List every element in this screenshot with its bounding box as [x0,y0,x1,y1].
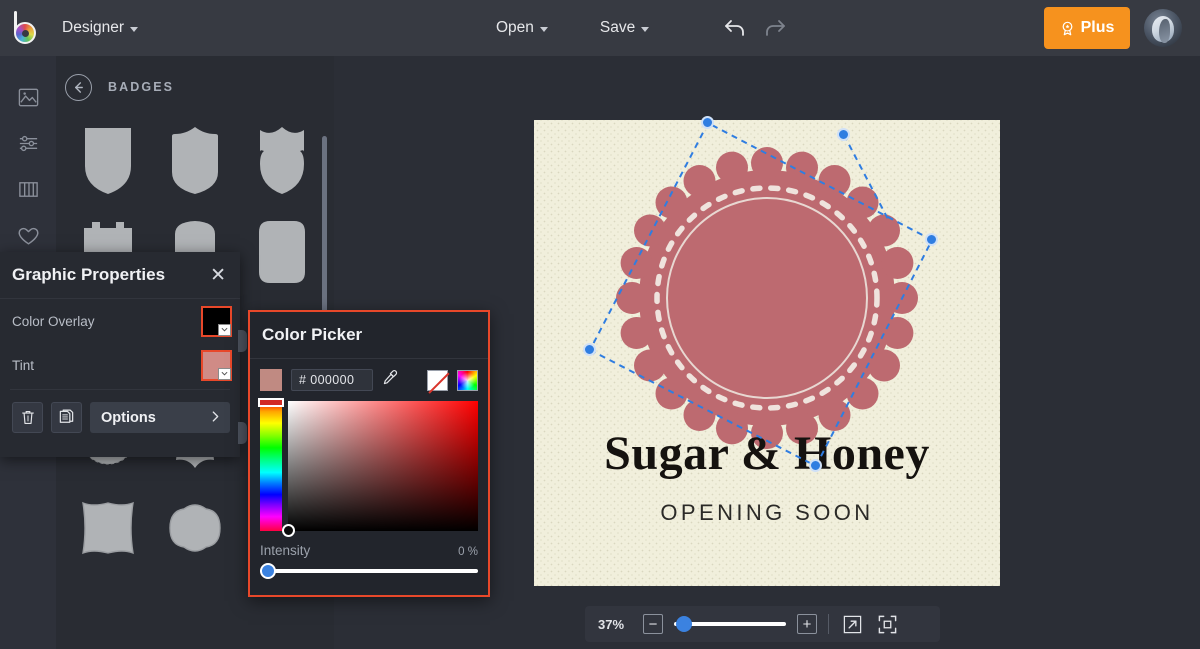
badge-thumb[interactable] [68,486,149,570]
back-arrow-icon[interactable] [65,73,92,101]
divider [828,614,829,634]
color-picker-title: Color Picker [262,325,363,344]
hue-slider[interactable] [258,398,284,531]
chevron-right-icon [212,410,219,426]
redo-arrow-icon[interactable] [763,17,787,39]
app-root: Designer Open Save Plus BADGES Graphic P… [0,0,1200,649]
duplicate-icon [59,409,74,423]
badge-thumb[interactable] [241,118,322,202]
save-menu-label: Save [599,19,636,36]
crown-badge-icon [1062,21,1073,35]
eyedropper-icon[interactable] [382,369,399,391]
close-icon[interactable]: ✕ [210,266,226,285]
heart-icon [18,227,38,245]
sliders-icon [19,135,37,151]
zoom-in-label: + [802,615,812,633]
color-picker-body [250,398,488,537]
app-logo[interactable] [0,11,56,45]
open-menu-label: Open [496,19,534,36]
zoom-bar: 37% − + [585,606,940,642]
panel-drag-tab-lower[interactable] [238,422,247,444]
graphic-properties-header: Graphic Properties ✕ [0,252,240,299]
plus-upgrade-button[interactable]: Plus [1044,7,1130,49]
top-bar: Designer Open Save Plus [0,0,1200,56]
avatar [1144,9,1182,47]
zoom-slider-thumb[interactable] [676,616,692,632]
delete-button[interactable] [12,402,43,433]
panel-drag-tab[interactable] [238,330,247,352]
hex-input[interactable]: # 000000 [291,369,373,391]
page-title: Graphic Properties [12,265,166,284]
color-picker-toolbar: # 000000 [250,359,488,401]
zoom-level-label: 37% [598,616,625,632]
badge-thumb[interactable] [155,118,236,202]
account-area: Plus [1044,0,1188,56]
color-overlay-swatch[interactable] [201,305,232,337]
history-controls [723,17,787,39]
artboard[interactable]: Sugar & Honey OPENING SOON [534,120,1000,586]
plus-button-label: Plus [1080,19,1115,36]
intensity-value: 0 % [458,546,478,558]
chevron-down-icon [539,26,548,32]
badges-panel-title: BADGES [108,80,175,94]
chevron-down-icon[interactable] [218,323,231,336]
badge-thumb[interactable] [155,486,236,570]
bazaart-color-wheel-logo-icon [12,11,44,45]
current-color-swatch[interactable] [260,369,282,391]
handle-bottom-left[interactable] [582,342,596,356]
intensity-label: Intensity [260,543,311,558]
intensity-slider-thumb[interactable] [260,563,276,579]
zoom-out-label: − [648,615,658,633]
color-picker-dialog: Color Picker # 000000 Intensity 0 % [248,310,490,597]
chevron-down-icon [130,26,139,32]
badges-panel-header: BADGES [56,56,334,118]
account-menu[interactable] [1144,9,1188,47]
columns-icon [18,181,38,197]
color-wheel-swatch[interactable] [457,369,478,391]
artboard-subtitle[interactable]: OPENING SOON [534,500,1000,526]
chevron-down-icon [641,26,650,32]
rail-item-layouts[interactable] [0,166,56,212]
artboard-title[interactable]: Sugar & Honey [534,426,1000,481]
saturation-value-field[interactable] [282,401,478,537]
product-menu-label: Designer [62,19,125,36]
color-overlay-row: Color Overlay [0,299,240,343]
file-menus: Open Save [490,0,787,56]
handle-rotate[interactable] [836,127,850,141]
options-button-label: Options [101,409,156,426]
options-button[interactable]: Options [90,402,230,433]
zoom-out-button[interactable]: − [643,614,663,634]
rail-item-photos[interactable] [0,74,56,120]
save-menu[interactable]: Save [594,0,655,56]
saturation-value-thumb[interactable] [282,524,295,537]
chevron-down-icon[interactable] [218,367,231,380]
graphic-properties-actions: Options [0,390,240,433]
trash-icon [21,410,34,425]
rail-item-adjust[interactable] [0,120,56,166]
hue-slider-thumb[interactable] [258,398,284,407]
handle-bottom-right[interactable] [808,458,822,472]
expand-arrow-icon[interactable] [840,612,864,636]
product-menu-designer[interactable]: Designer [56,0,144,56]
color-picker-header: Color Picker [250,312,488,359]
fit-to-screen-icon[interactable] [875,612,899,636]
color-overlay-label: Color Overlay [12,313,95,329]
intensity-slider[interactable] [260,563,478,579]
badge-thumb[interactable] [68,118,149,202]
handle-top-right[interactable] [924,232,938,246]
tint-label: Tint [12,357,35,373]
handle-top-left[interactable] [700,115,714,129]
tint-swatch[interactable] [201,349,232,381]
open-menu[interactable]: Open [490,0,554,56]
no-color-swatch[interactable] [427,369,448,391]
graphic-properties-panel: Graphic Properties ✕ Color Overlay Tint [0,252,247,457]
tint-row: Tint [0,343,240,387]
duplicate-button[interactable] [51,402,82,433]
badge-thumb[interactable] [241,210,322,294]
image-icon [18,88,38,106]
undo-arrow-icon[interactable] [723,17,747,39]
zoom-slider[interactable] [674,616,786,632]
intensity-control: Intensity 0 % [250,531,488,579]
zoom-in-button[interactable]: + [797,614,817,634]
